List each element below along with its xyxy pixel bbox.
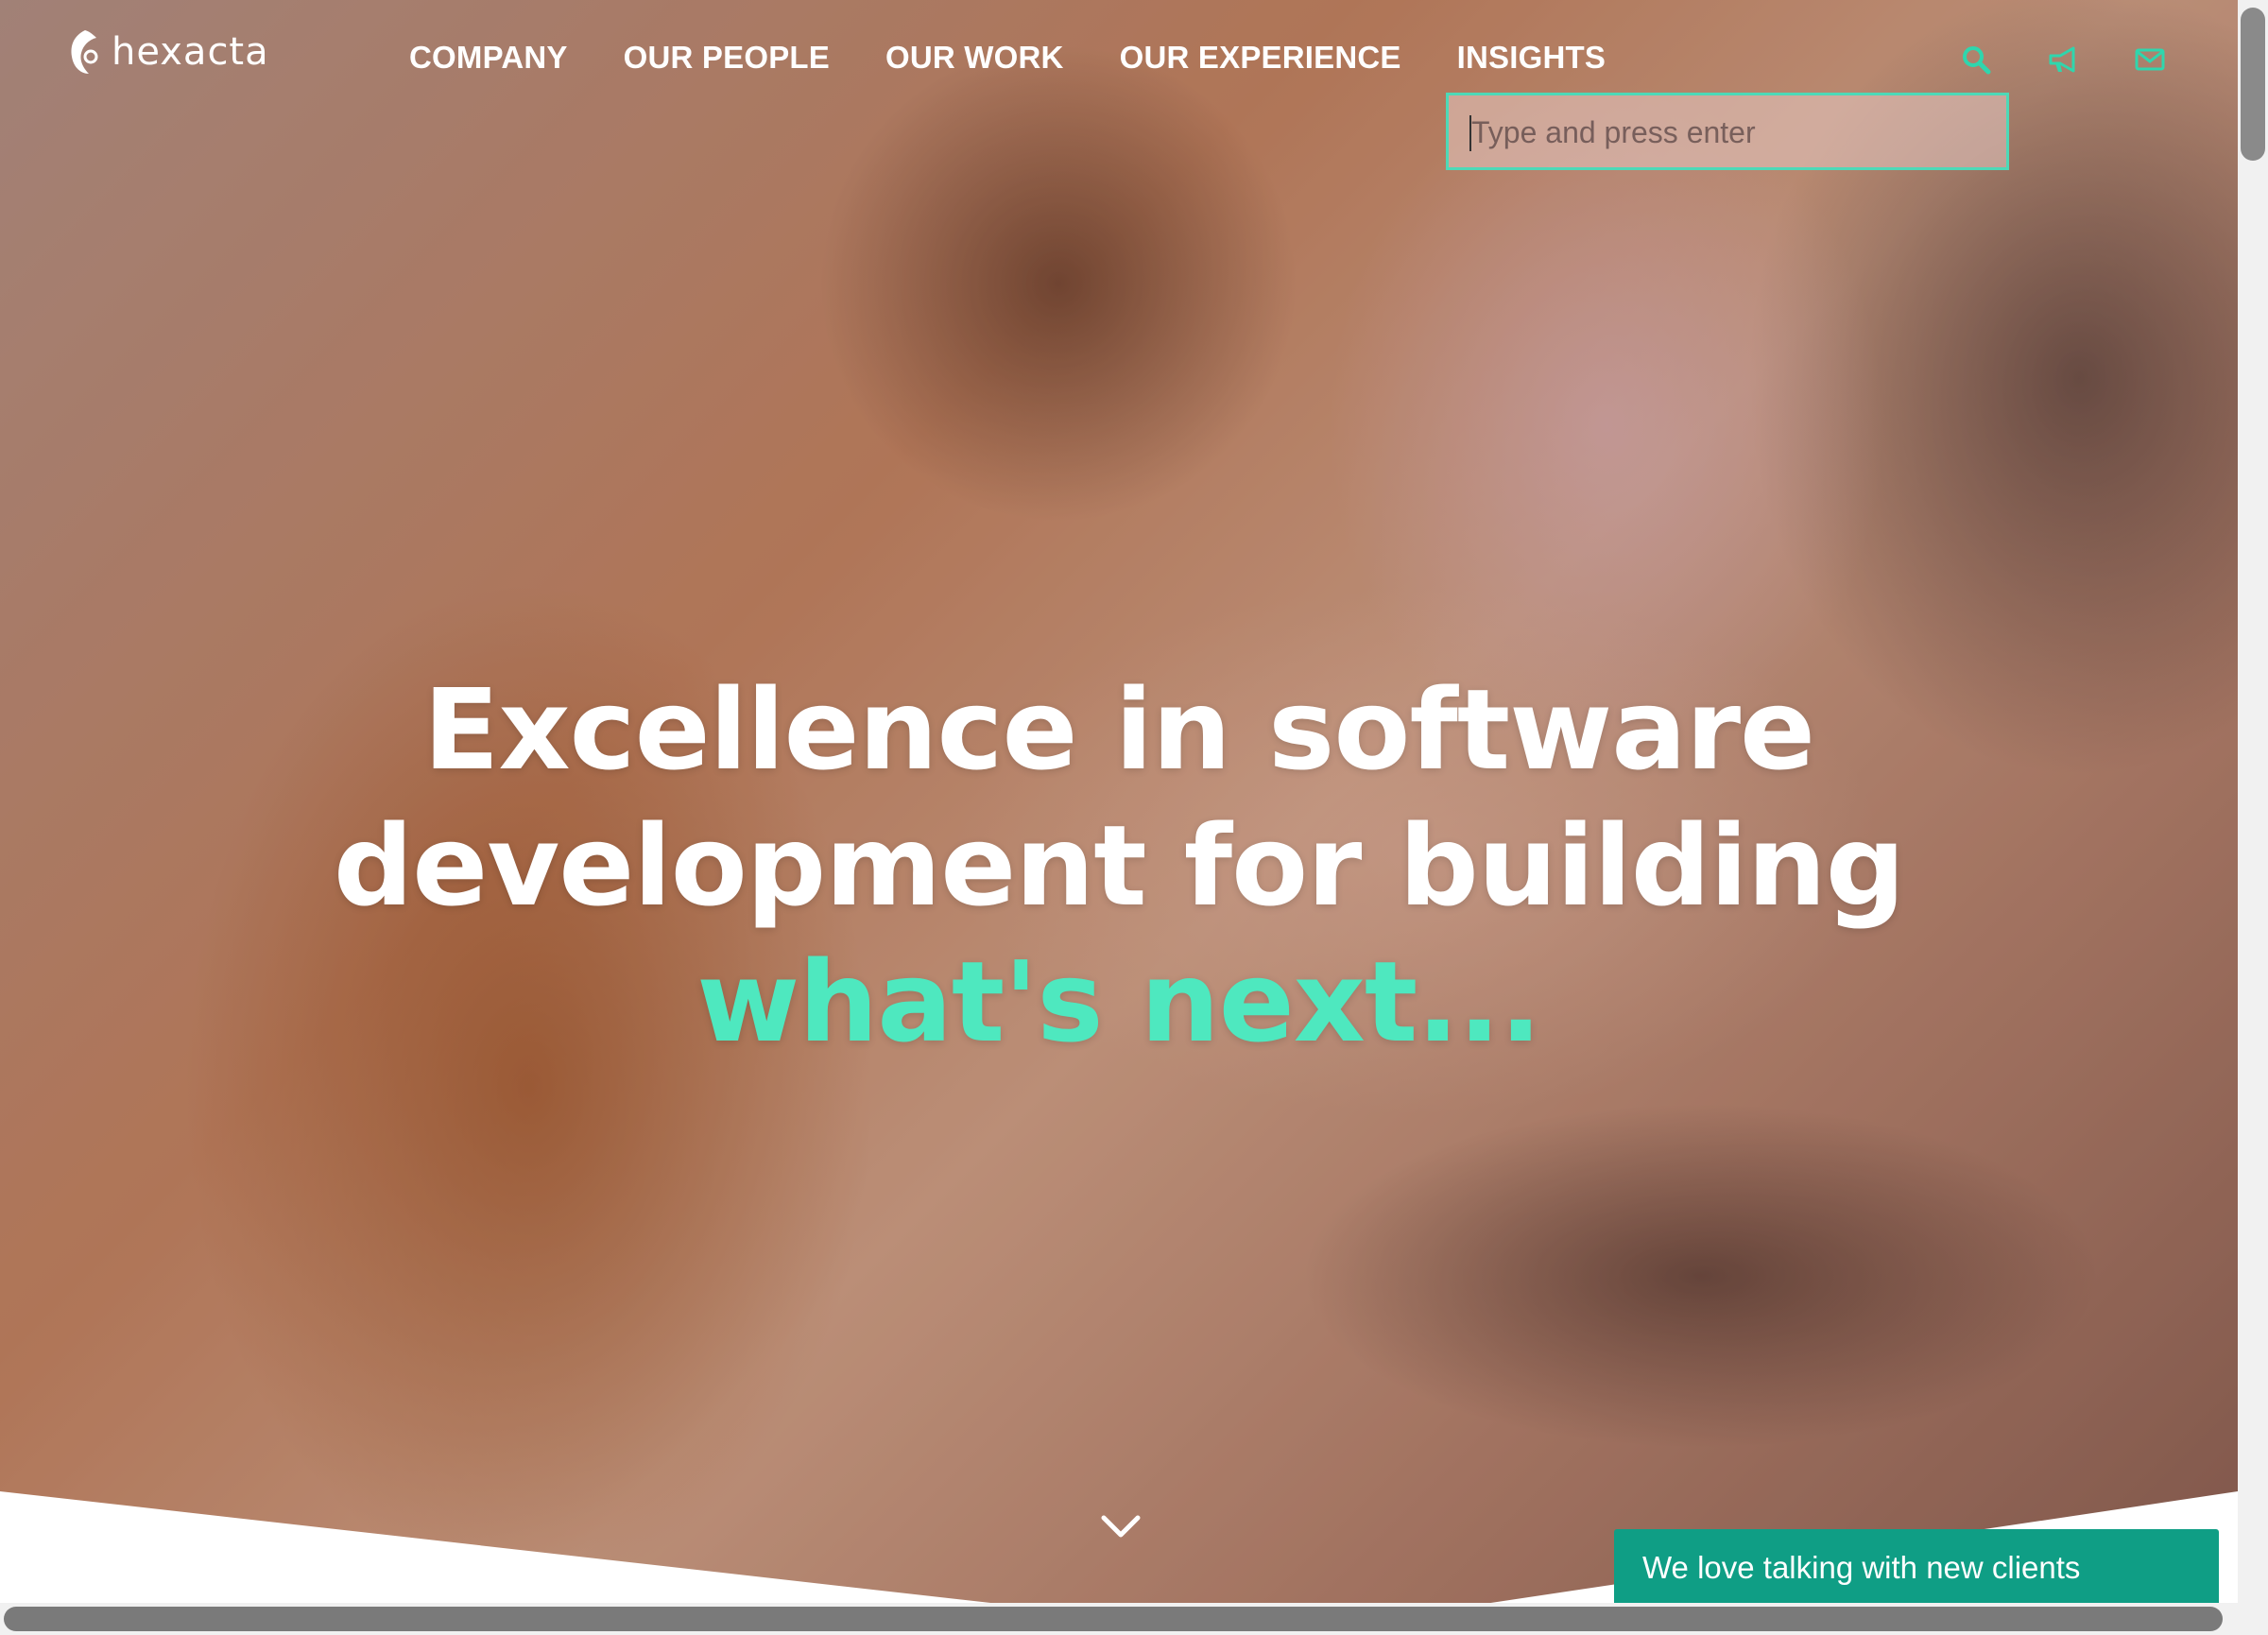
vertical-scrollbar-thumb[interactable] [2241,8,2265,161]
hero-accent-line: what's next... [696,937,1542,1067]
brand-logo[interactable]: hexacta [66,28,269,76]
brand-name: hexacta [112,30,269,74]
hero-headline: Excellence in software development for b… [0,662,2238,1070]
megaphone-icon[interactable] [2047,43,2079,76]
nav-our-experience[interactable]: OUR EXPERIENCE [1120,40,1401,76]
vertical-scrollbar[interactable] [2238,0,2268,1635]
hexacta-logo-icon [71,30,98,74]
search-box [1446,93,2009,170]
search-input[interactable] [1469,95,1984,169]
nav-company[interactable]: COMPANY [409,40,568,76]
scroll-down-chevron-icon[interactable] [1101,1515,1141,1540]
main-nav: COMPANY OUR PEOPLE OUR WORK OUR EXPERIEN… [409,40,1661,76]
header-icons [1960,43,2166,76]
nav-our-work[interactable]: OUR WORK [885,40,1064,76]
chat-widget-tab[interactable]: We love talking with new clients [1614,1529,2219,1607]
envelope-icon[interactable] [2134,43,2166,76]
text-caret [1469,115,1471,151]
hero-line-2: development for building [333,800,1905,931]
nav-insights[interactable]: INSIGHTS [1457,40,1606,76]
hero-line-1: Excellence in software [422,664,1815,795]
nav-our-people[interactable]: OUR PEOPLE [624,40,830,76]
horizontal-scrollbar-thumb[interactable] [4,1607,2223,1631]
search-icon[interactable] [1960,43,1992,76]
